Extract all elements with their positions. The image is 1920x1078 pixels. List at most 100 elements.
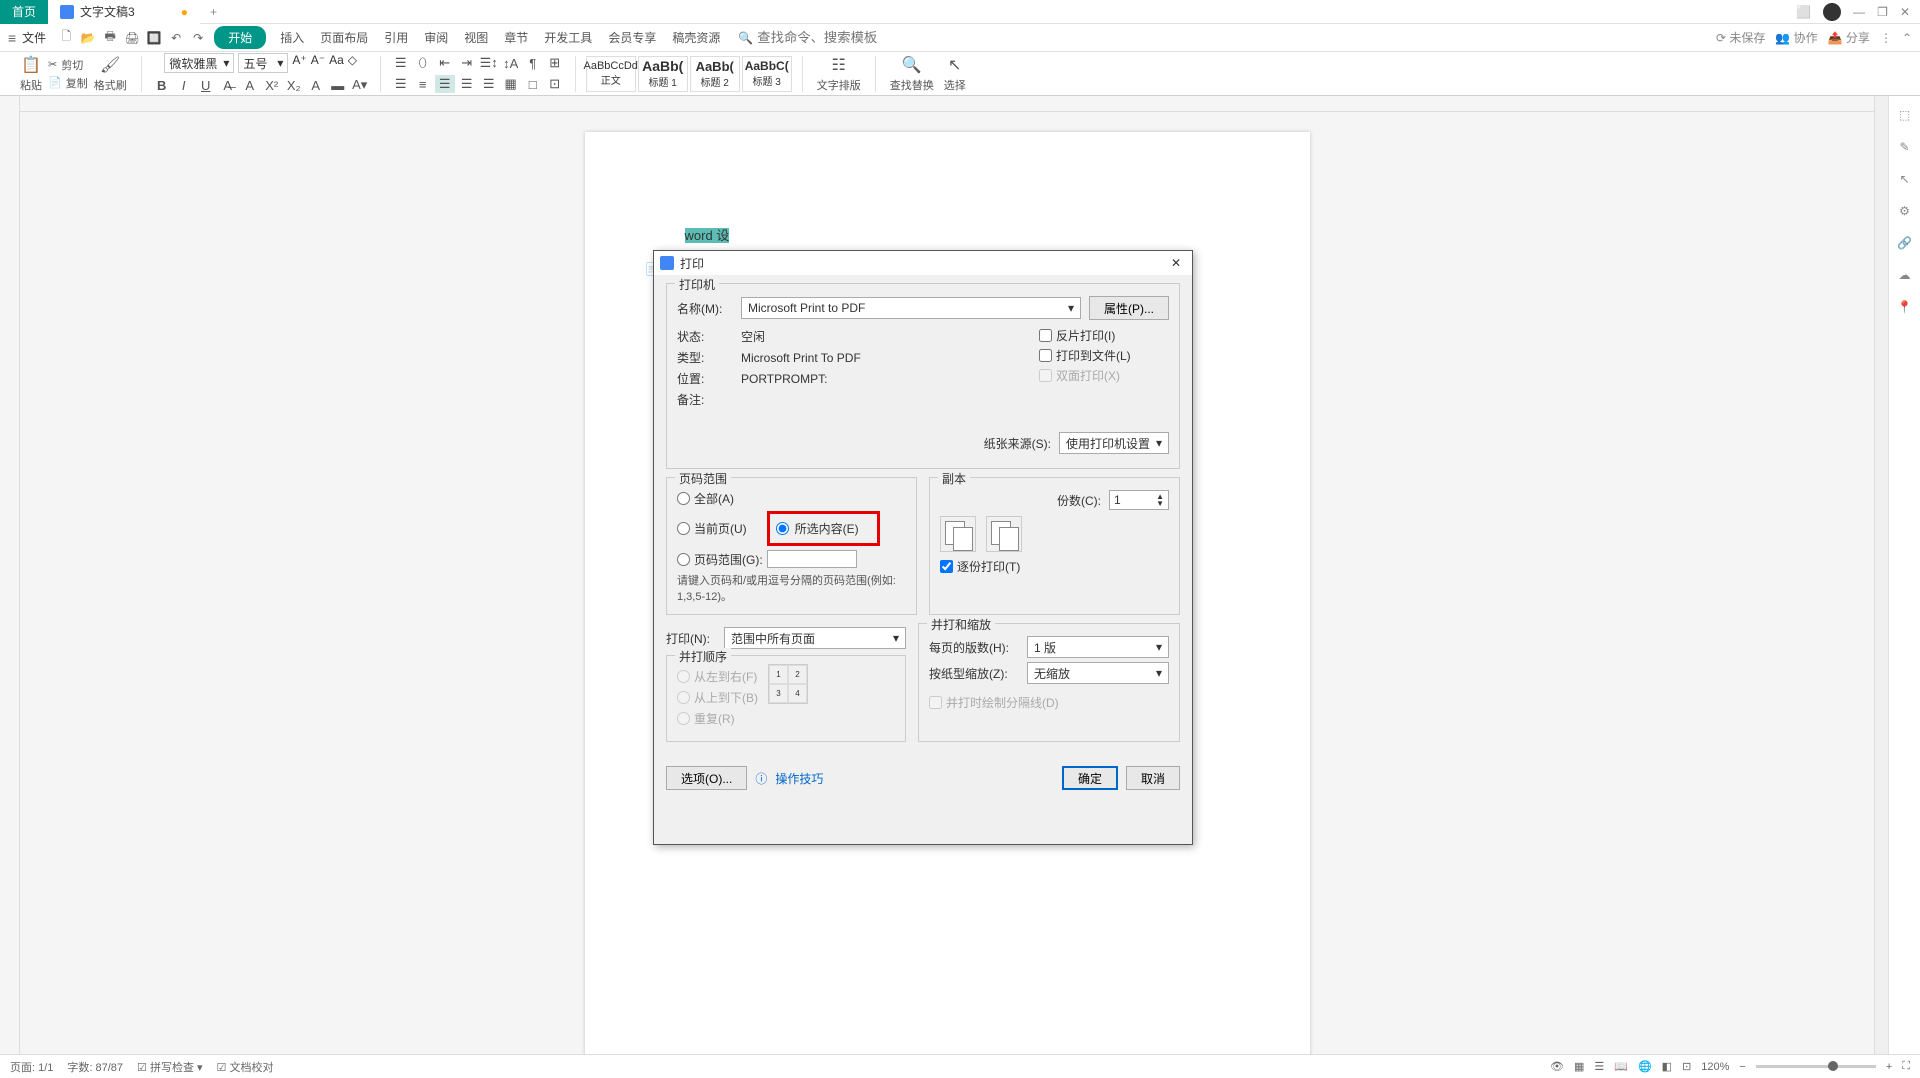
view-mode-icon[interactable]: ◧ bbox=[1662, 1060, 1672, 1073]
horizontal-ruler[interactable] bbox=[20, 96, 1874, 112]
open-icon[interactable]: 📂 bbox=[80, 30, 96, 46]
rp-select-icon[interactable]: ⬚ bbox=[1896, 106, 1914, 124]
add-tab-button[interactable]: + bbox=[200, 5, 227, 19]
undo-icon[interactable]: ↶ bbox=[168, 30, 184, 46]
home-tab[interactable]: 首页 bbox=[0, 0, 48, 24]
distribute-icon[interactable]: ☰ bbox=[479, 75, 499, 93]
dialog-titlebar[interactable]: 打印 ✕ bbox=[654, 251, 1192, 275]
align-justify-icon[interactable]: ☰ bbox=[457, 75, 477, 93]
spinner-arrows-icon[interactable]: ▲▼ bbox=[1156, 493, 1164, 507]
print-to-file-checkbox[interactable] bbox=[1039, 349, 1052, 362]
font-color-icon[interactable]: A bbox=[240, 76, 260, 94]
file-menu[interactable]: 文件 bbox=[22, 29, 46, 46]
rp-location-icon[interactable]: 📍 bbox=[1896, 298, 1914, 316]
paste-button[interactable]: 📋粘贴 bbox=[16, 53, 46, 95]
more-icon[interactable]: ⋮ bbox=[1880, 31, 1892, 45]
fullscreen-icon[interactable]: ⛶ bbox=[1902, 1060, 1910, 1073]
reverse-print-checkbox[interactable] bbox=[1039, 329, 1052, 342]
zoom-value[interactable]: 120% bbox=[1701, 1061, 1729, 1073]
view-web-icon[interactable]: 🌐 bbox=[1638, 1060, 1652, 1073]
sort-icon[interactable]: ↕A bbox=[501, 54, 521, 72]
search-input[interactable] bbox=[757, 30, 877, 45]
highlight-icon[interactable]: ▬ bbox=[328, 76, 348, 94]
range-current-radio[interactable] bbox=[677, 522, 690, 535]
cut-button[interactable]: ✂剪切 bbox=[48, 57, 88, 73]
text-effects-icon[interactable]: A bbox=[306, 76, 326, 94]
zoom-thumb[interactable] bbox=[1828, 1061, 1838, 1071]
tab-start[interactable]: 开始 bbox=[214, 26, 266, 49]
pages-per-sheet-select[interactable]: 1 版▾ bbox=[1027, 636, 1169, 658]
align-left-icon[interactable]: ☰ bbox=[391, 75, 411, 93]
window-indicator-icon[interactable]: ⬜ bbox=[1796, 5, 1811, 19]
range-all-radio[interactable] bbox=[677, 492, 690, 505]
rp-link-icon[interactable]: 🔗 bbox=[1896, 234, 1914, 252]
bullets-icon[interactable]: ☰ bbox=[391, 54, 411, 72]
view-outline-icon[interactable]: ☰ bbox=[1594, 1060, 1604, 1073]
share-button[interactable]: 📤 分享 bbox=[1828, 29, 1870, 46]
collab-button[interactable]: 👥 协作 bbox=[1775, 29, 1817, 46]
word-count[interactable]: 字数: 87/87 bbox=[67, 1059, 123, 1075]
tips-link[interactable]: 操作技巧 bbox=[775, 770, 823, 787]
clear-format-icon[interactable]: ◇ bbox=[348, 53, 357, 73]
rp-cursor-icon[interactable]: ↖ bbox=[1896, 170, 1914, 188]
tab-view[interactable]: 视图 bbox=[458, 27, 494, 48]
indent-decrease-icon[interactable]: ⇤ bbox=[435, 54, 455, 72]
copies-spinner[interactable]: 1▲▼ bbox=[1109, 490, 1169, 510]
format-painter-button[interactable]: 🖌格式刷 bbox=[90, 53, 131, 95]
superscript-icon[interactable]: X² bbox=[262, 76, 282, 94]
strikethrough-icon[interactable]: A̶ bbox=[218, 76, 238, 94]
style-heading1[interactable]: AaBb(标题 1 bbox=[638, 56, 688, 92]
page-indicator[interactable]: 页面: 1/1 bbox=[10, 1059, 53, 1075]
user-avatar[interactable] bbox=[1823, 3, 1841, 21]
subscript-icon[interactable]: X₂ bbox=[284, 76, 304, 94]
redo-icon[interactable]: ↷ bbox=[190, 30, 206, 46]
vertical-ruler[interactable] bbox=[0, 96, 20, 1054]
range-pages-radio[interactable] bbox=[677, 553, 690, 566]
ok-button[interactable]: 确定 bbox=[1062, 766, 1118, 790]
tab-resources[interactable]: 稿壳资源 bbox=[666, 27, 726, 48]
font-color2-icon[interactable]: A▾ bbox=[350, 76, 370, 94]
rp-pen-icon[interactable]: ✎ bbox=[1896, 138, 1914, 156]
select-button[interactable]: ↖选择 bbox=[940, 53, 970, 95]
border-icon[interactable]: □ bbox=[523, 75, 543, 93]
view-page-icon[interactable]: ▦ bbox=[1574, 1060, 1584, 1073]
paragraph-icon[interactable]: ⊡ bbox=[545, 75, 565, 93]
scale-select[interactable]: 无缩放▾ bbox=[1027, 662, 1169, 684]
zoom-slider[interactable] bbox=[1756, 1065, 1876, 1068]
bold-button[interactable]: B bbox=[152, 76, 172, 94]
tab-section[interactable]: 章节 bbox=[498, 27, 534, 48]
properties-button[interactable]: 属性(P)... bbox=[1089, 296, 1169, 320]
spellcheck-toggle[interactable]: ☑ 拼写检查 ▾ bbox=[137, 1059, 203, 1075]
minimize-button[interactable]: — bbox=[1853, 5, 1865, 19]
style-heading2[interactable]: AaBb(标题 2 bbox=[690, 56, 740, 92]
align-right-icon[interactable]: ☰ bbox=[435, 75, 455, 93]
print-what-select[interactable]: 范围中所有页面▾ bbox=[724, 627, 906, 649]
print-icon[interactable]: 🖨 bbox=[124, 30, 140, 46]
close-window-button[interactable]: ✕ bbox=[1900, 5, 1910, 19]
vertical-scrollbar[interactable] bbox=[1874, 96, 1888, 1054]
numbering-icon[interactable]: ⬯ bbox=[413, 54, 433, 72]
underline-button[interactable]: U bbox=[196, 76, 216, 94]
tab-devtools[interactable]: 开发工具 bbox=[538, 27, 598, 48]
zoom-out-button[interactable]: − bbox=[1739, 1061, 1745, 1073]
style-normal[interactable]: AaBbCcDd正文 bbox=[586, 56, 636, 92]
collapse-ribbon-icon[interactable]: ⌃ bbox=[1902, 31, 1912, 45]
zoom-in-button[interactable]: + bbox=[1886, 1061, 1892, 1073]
new-icon[interactable]: 🗋 bbox=[58, 30, 74, 46]
line-spacing-icon[interactable]: ☰↕ bbox=[479, 54, 499, 72]
document-tab[interactable]: 文字文稿3 ● bbox=[48, 0, 200, 24]
view-read-icon[interactable]: 📖 bbox=[1614, 1060, 1628, 1073]
range-selection-radio[interactable] bbox=[776, 522, 789, 535]
tabs-icon[interactable]: ⊞ bbox=[545, 54, 565, 72]
tab-insert[interactable]: 插入 bbox=[274, 27, 310, 48]
show-marks-icon[interactable]: ¶ bbox=[523, 54, 543, 72]
rp-settings-icon[interactable]: ⚙ bbox=[1896, 202, 1914, 220]
tab-layout[interactable]: 页面布局 bbox=[314, 27, 374, 48]
cancel-button[interactable]: 取消 bbox=[1126, 766, 1180, 790]
change-case-icon[interactable]: Aa bbox=[329, 53, 344, 73]
decrease-font-icon[interactable]: A⁻ bbox=[311, 53, 325, 73]
zoom-fit-icon[interactable]: ⊡ bbox=[1682, 1060, 1691, 1073]
copy-button[interactable]: 📄复制 bbox=[48, 75, 88, 91]
preview-icon[interactable]: 🔲 bbox=[146, 30, 162, 46]
search-box[interactable]: 🔍 bbox=[738, 30, 877, 45]
